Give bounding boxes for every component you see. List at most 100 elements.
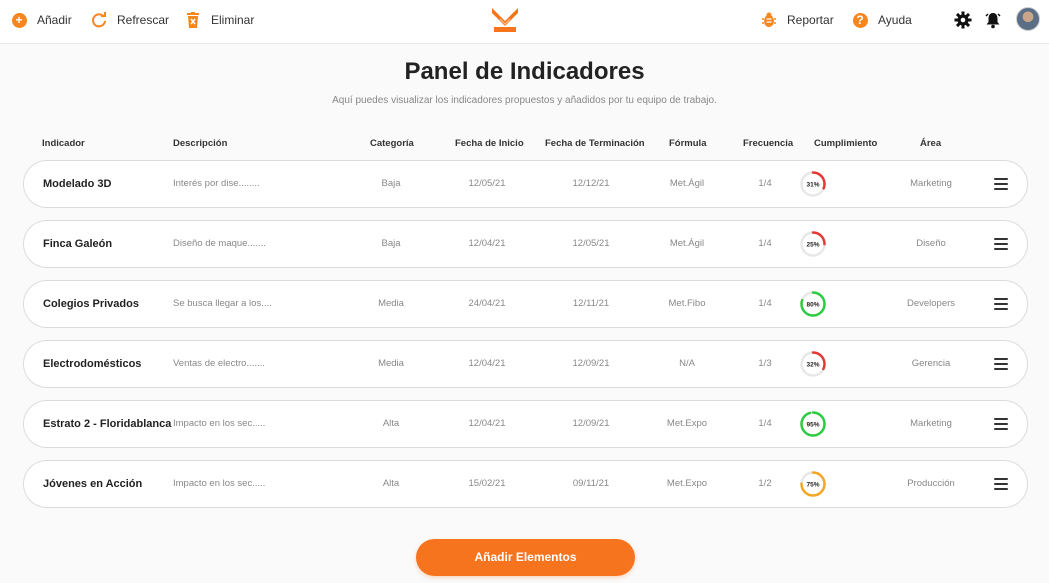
indicator-description: Impacto en los sec..... xyxy=(173,418,266,429)
table-row[interactable]: Electrodomésticos Ventas de electro.....… xyxy=(23,340,1028,388)
indicator-frequency: 1/3 xyxy=(758,358,772,369)
table-row[interactable]: Finca Galeón Diseño de maque....... Baja… xyxy=(23,220,1028,268)
header-start-date: Fecha de Inicio xyxy=(455,138,524,149)
indicator-category: Alta xyxy=(382,478,400,489)
header-formula: Fórmula xyxy=(669,138,707,149)
indicator-start-date: 12/04/21 xyxy=(468,358,506,369)
indicator-name: Finca Galeón xyxy=(43,238,113,250)
indicator-name: Modelado 3D xyxy=(43,178,112,190)
compliance-gauge: 80% xyxy=(800,291,826,317)
indicator-start-date: 12/05/21 xyxy=(468,178,506,189)
header-end-date: Fecha de Terminación xyxy=(545,138,645,149)
report-label: Reportar xyxy=(787,13,834,27)
indicator-description: Se busca llegar a los.... xyxy=(173,298,272,309)
indicator-start-date: 15/02/21 xyxy=(468,478,506,489)
indicator-formula: Met.Ágil xyxy=(669,178,705,189)
indicator-area: Marketing xyxy=(910,178,952,189)
delete-label: Eliminar xyxy=(211,13,255,27)
indicator-start-date: 12/04/21 xyxy=(468,238,506,249)
indicator-end-date: 12/11/21 xyxy=(572,298,610,309)
indicator-name: Electrodomésticos xyxy=(43,358,142,370)
indicator-description: Ventas de electro....... xyxy=(173,358,265,369)
compliance-gauge: 31% xyxy=(800,171,826,197)
settings-gear-icon[interactable] xyxy=(954,11,972,29)
indicator-end-date: 12/12/21 xyxy=(572,178,610,189)
delete-button[interactable]: Eliminar xyxy=(185,10,254,30)
row-menu-icon[interactable] xyxy=(994,298,1008,310)
indicator-category: Alta xyxy=(382,418,400,429)
top-toolbar: + Añadir Refrescar Eliminar Reportar ? A… xyxy=(0,0,1049,44)
header-area: Área xyxy=(920,138,942,149)
row-menu-icon[interactable] xyxy=(994,418,1008,430)
row-menu-icon[interactable] xyxy=(994,238,1008,250)
header-indicator: Indicador xyxy=(42,138,85,149)
indicator-start-date: 12/04/21 xyxy=(468,418,506,429)
gauge-percent: 95% xyxy=(806,422,819,429)
row-menu-icon[interactable] xyxy=(994,478,1008,490)
header-category: Categoría xyxy=(370,138,414,149)
indicator-name: Estrato 2 - Floridablanca xyxy=(43,418,172,430)
indicator-category: Baja xyxy=(381,238,401,249)
indicator-formula: Met.Expo xyxy=(666,478,708,489)
page-title: Panel de Indicadores xyxy=(404,58,645,85)
compliance-gauge: 95% xyxy=(800,411,826,437)
refresh-label: Refrescar xyxy=(117,13,170,27)
header-frequency: Frecuencia xyxy=(743,138,794,149)
table-row[interactable]: Jóvenes en Acción Impacto en los sec....… xyxy=(23,460,1028,508)
indicator-formula: N/A xyxy=(679,358,695,369)
indicator-category: Media xyxy=(378,298,404,309)
indicator-area: Diseño xyxy=(916,238,946,249)
indicator-area: Gerencia xyxy=(911,358,951,369)
header-description: Descripción xyxy=(173,138,228,149)
help-label: Ayuda xyxy=(878,13,912,27)
add-button[interactable]: + Añadir xyxy=(11,10,72,30)
user-avatar[interactable] xyxy=(1016,7,1040,31)
gauge-percent: 75% xyxy=(806,482,819,489)
indicator-description: Diseño de maque....... xyxy=(173,238,266,249)
header-compliance: Cumplimiento xyxy=(814,138,878,149)
indicator-start-date: 24/04/21 xyxy=(468,298,506,309)
indicator-name: Colegios Privados xyxy=(43,298,139,310)
indicator-end-date: 12/09/21 xyxy=(572,418,610,429)
indicator-area: Producción xyxy=(907,478,955,489)
indicator-frequency: 1/4 xyxy=(758,418,772,429)
bug-icon xyxy=(761,12,777,28)
indicator-end-date: 12/05/21 xyxy=(572,238,610,249)
gauge-percent: 32% xyxy=(806,362,819,369)
plus-circle-icon: + xyxy=(11,12,27,28)
refresh-button[interactable]: Refrescar xyxy=(91,10,169,30)
indicator-frequency: 1/2 xyxy=(758,478,772,489)
indicator-area: Marketing xyxy=(910,418,952,429)
page-subtitle: Aquí puedes visualizar los indicadores p… xyxy=(332,95,717,106)
table-row[interactable]: Colegios Privados Se busca llegar a los.… xyxy=(23,280,1028,328)
table-row[interactable]: Estrato 2 - Floridablanca Impacto en los… xyxy=(23,400,1028,448)
gauge-percent: 31% xyxy=(806,182,819,189)
row-menu-icon[interactable] xyxy=(994,178,1008,190)
table-row[interactable]: Modelado 3D Interés por dise........ Baj… xyxy=(23,160,1028,208)
indicator-description: Impacto en los sec..... xyxy=(173,478,266,489)
report-button[interactable]: Reportar xyxy=(761,10,834,30)
indicator-end-date: 12/09/21 xyxy=(572,358,610,369)
row-menu-icon[interactable] xyxy=(994,358,1008,370)
indicator-description: Interés por dise........ xyxy=(173,178,260,189)
indicator-frequency: 1/4 xyxy=(758,238,772,249)
indicator-category: Media xyxy=(378,358,404,369)
add-label: Añadir xyxy=(37,13,72,27)
indicator-category: Baja xyxy=(381,178,401,189)
refresh-icon xyxy=(91,12,107,28)
compliance-gauge: 25% xyxy=(800,231,826,257)
indicator-formula: Met.Expo xyxy=(666,418,708,429)
add-elements-button[interactable]: Añadir Elementos xyxy=(416,539,635,576)
notification-bell-icon[interactable] xyxy=(984,11,1002,29)
gauge-percent: 25% xyxy=(806,242,819,249)
compliance-gauge: 32% xyxy=(800,351,826,377)
indicator-formula: Met.Fibo xyxy=(668,298,706,309)
indicator-frequency: 1/4 xyxy=(758,298,772,309)
indicator-end-date: 09/11/21 xyxy=(572,478,610,489)
trash-icon xyxy=(185,12,201,28)
help-icon: ? xyxy=(852,12,868,28)
gauge-percent: 80% xyxy=(806,302,819,309)
help-button[interactable]: ? Ayuda xyxy=(852,10,912,30)
compliance-gauge: 75% xyxy=(800,471,826,497)
brand-logo-icon xyxy=(492,8,518,32)
